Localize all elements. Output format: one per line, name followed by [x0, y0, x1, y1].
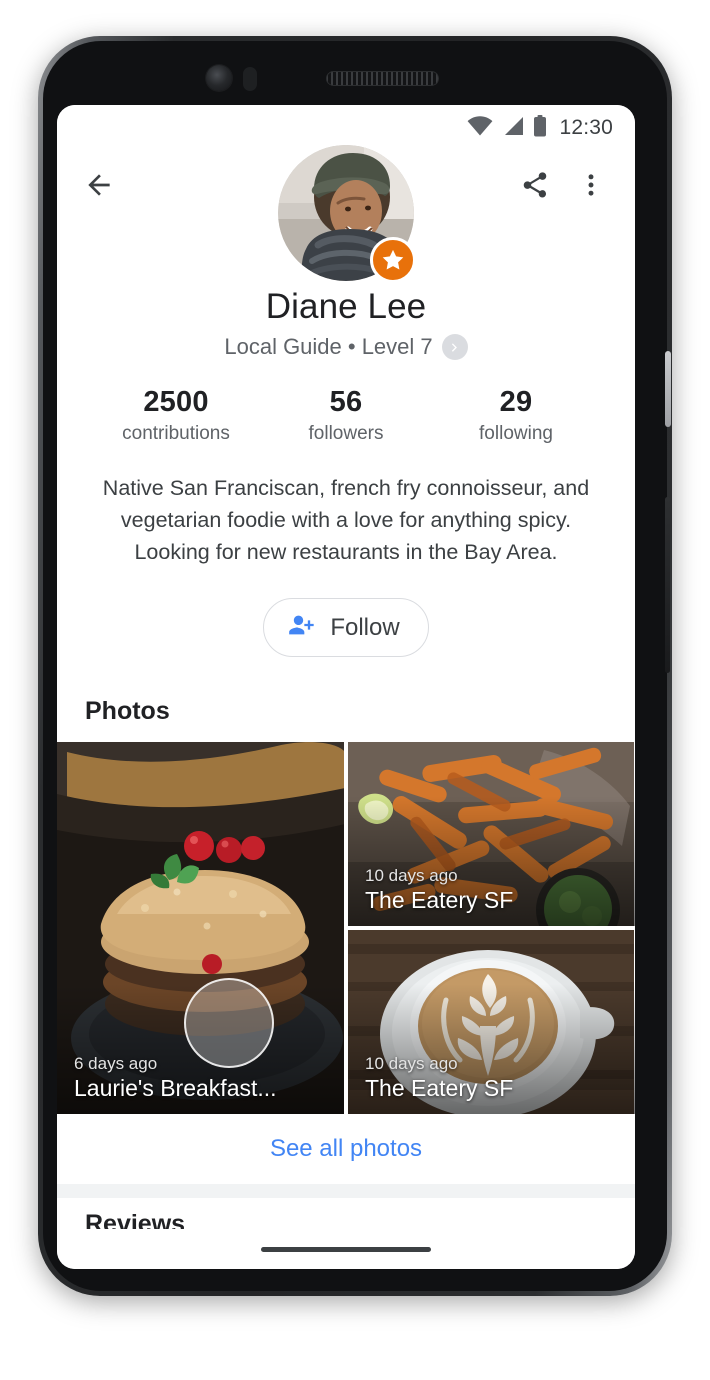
photo-tile-eatery-latte[interactable]: 10 days ago The Eatery SF [348, 930, 635, 1115]
back-button[interactable] [73, 161, 125, 213]
stat-label: following [479, 423, 553, 444]
page-title: Diane Lee [265, 287, 427, 326]
back-arrow-icon [83, 169, 115, 206]
profile-stats: 2500 contributions 56 followers 29 follo… [57, 386, 635, 445]
phone-device-frame: 12:30 Diane Lee Local Guide • Level 7 25… [38, 36, 672, 1296]
local-guide-star-badge-icon [370, 237, 416, 283]
app-bar [57, 145, 635, 283]
phone-bezel: 12:30 Diane Lee Local Guide • Level 7 25… [43, 41, 671, 1291]
overflow-menu-button[interactable] [565, 161, 617, 213]
more-vert-icon [577, 171, 605, 204]
stat-label: followers [308, 423, 384, 444]
follow-button[interactable]: Follow [263, 598, 429, 658]
see-all-photos-link[interactable]: See all photos [57, 1114, 635, 1185]
photo-timestamp: 10 days ago [365, 1054, 458, 1074]
photos-section-title: Photos [85, 697, 170, 726]
person-add-icon [288, 611, 316, 644]
follow-button-label: Follow [330, 613, 400, 641]
stat-label: contributions [122, 423, 230, 444]
photos-right-column: 10 days ago The Eatery SF 10 days ago Th… [348, 742, 635, 1115]
chevron-right-icon[interactable] [441, 334, 468, 360]
proximity-sensor-icon [243, 67, 257, 91]
wifi-icon [467, 115, 493, 141]
photo-place-name: The Eatery SF [365, 887, 514, 914]
photo-caption: 10 days ago The Eatery SF [365, 866, 513, 914]
stat-value: 29 [499, 386, 533, 418]
photo-tile-eatery-fries[interactable]: 10 days ago The Eatery SF [348, 742, 635, 927]
share-button[interactable] [509, 161, 561, 213]
battery-icon [533, 114, 547, 142]
stat-value: 2500 [143, 386, 209, 418]
touch-cursor-indicator [184, 978, 274, 1069]
photo-tile-lauries-breakfast[interactable]: 6 days ago Laurie's Breakfast... [57, 742, 344, 1115]
stat-followers[interactable]: 56 followers [261, 386, 431, 445]
photo-place-name: The Eatery SF [365, 1075, 514, 1102]
home-indicator[interactable] [261, 1246, 431, 1252]
photo-place-name: Laurie's Breakfast... [74, 1075, 277, 1102]
local-guide-level-label: Local Guide • Level 7 [224, 334, 433, 359]
stat-contributions[interactable]: 2500 contributions [91, 386, 261, 445]
gesture-navigation-bar [57, 1229, 635, 1269]
phone-screen: 12:30 Diane Lee Local Guide • Level 7 25… [57, 105, 635, 1269]
front-camera-icon [206, 65, 232, 91]
status-bar-clock: 12:30 [559, 116, 613, 139]
photo-caption: 10 days ago The Eatery SF [365, 1054, 513, 1102]
local-guide-level-row[interactable]: Local Guide • Level 7 [57, 334, 635, 360]
volume-rocker-button[interactable] [665, 497, 670, 673]
cell-signal-icon [502, 116, 524, 141]
profile-identity: Diane Lee Local Guide • Level 7 [57, 287, 635, 360]
avatar-wrapper[interactable] [278, 145, 416, 283]
power-button[interactable] [665, 351, 671, 427]
stat-following[interactable]: 29 following [431, 386, 601, 445]
profile-bio: Native San Franciscan, french fry connoi… [102, 476, 590, 564]
earpiece-speaker-icon [326, 71, 439, 86]
photos-grid: 6 days ago Laurie's Breakfast... 10 days… [57, 742, 635, 1115]
follow-row: Follow [57, 598, 635, 658]
stat-value: 56 [329, 386, 363, 418]
section-divider [57, 1184, 635, 1199]
photo-timestamp: 10 days ago [365, 866, 458, 886]
share-icon [520, 170, 550, 205]
